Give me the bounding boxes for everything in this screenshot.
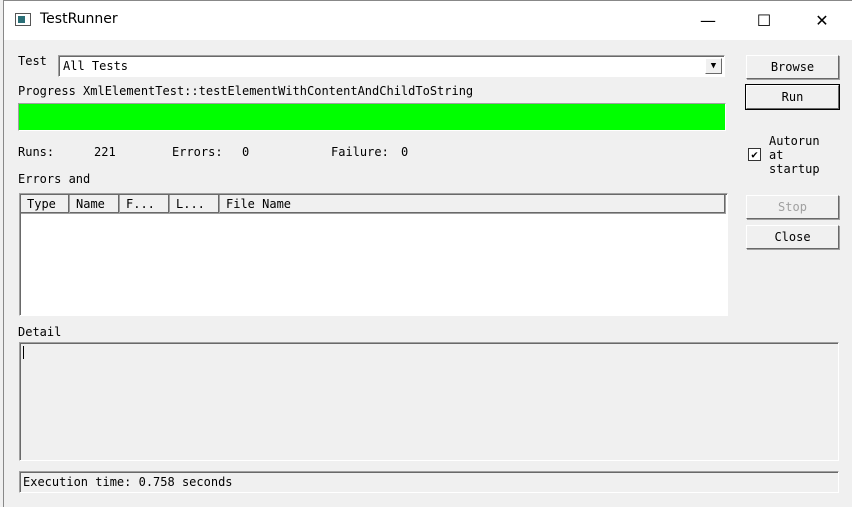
title-bar: TestRunner — ☐ ✕ <box>4 1 852 40</box>
execution-time: Execution time: 0.758 seconds <box>23 475 233 489</box>
checkmark-icon: ✔ <box>751 148 758 161</box>
text-cursor <box>23 346 24 359</box>
browse-button[interactable]: Browse <box>746 55 839 79</box>
current-test-name: XmlElementTest::testElementWithContentAn… <box>83 84 474 98</box>
errors-list-header: Type Name F... L... File Name <box>21 195 726 215</box>
failure-count: 0 <box>401 145 409 159</box>
status-bar: Execution time: 0.758 seconds <box>19 471 839 493</box>
autorun-label-line: Autorun <box>769 134 820 148</box>
autorun-label[interactable]: Autorun at startup <box>769 134 820 176</box>
column-type[interactable]: Type <box>21 195 70 214</box>
run-button[interactable]: Run <box>745 84 840 110</box>
autorun-label-line: at <box>769 148 784 162</box>
test-combobox-value: All Tests <box>63 59 129 73</box>
column-file-name[interactable]: File Name <box>220 195 726 214</box>
failure-label: Failure: <box>331 145 389 159</box>
test-label: Test <box>18 54 47 68</box>
column-f[interactable]: F... <box>120 195 170 214</box>
errors-list-label: Errors and <box>18 172 91 186</box>
runs-label: Runs: <box>18 145 55 159</box>
errors-label: Errors: <box>172 145 223 159</box>
errors-list[interactable]: Type Name F... L... File Name <box>19 193 728 316</box>
chevron-down-icon[interactable]: ▼ <box>705 58 722 74</box>
close-window-button[interactable]: ✕ <box>794 1 850 40</box>
testrunner-window: TestRunner — ☐ ✕ Test All Tests ▼ Progre… <box>3 0 852 507</box>
window-title: TestRunner <box>40 11 118 27</box>
stop-button[interactable]: Stop <box>746 195 839 219</box>
progress-bar-fill <box>19 104 725 130</box>
column-l[interactable]: L... <box>170 195 220 214</box>
close-button[interactable]: Close <box>746 225 839 249</box>
runs-count: 221 <box>94 145 116 159</box>
test-combobox[interactable]: All Tests ▼ <box>58 55 725 77</box>
detail-textarea[interactable] <box>19 342 839 461</box>
progress-label: Progress <box>18 84 76 98</box>
detail-label: Detail <box>18 325 62 339</box>
progress-label-row: Progress XmlElementTest::testElementWith… <box>18 84 473 98</box>
minimize-button[interactable]: — <box>680 1 736 40</box>
autorun-checkbox[interactable]: ✔ <box>748 148 761 161</box>
errors-count: 0 <box>242 145 250 159</box>
autorun-label-line: startup <box>769 162 820 176</box>
maximize-button[interactable]: ☐ <box>736 1 792 40</box>
column-name[interactable]: Name <box>70 195 120 214</box>
progress-bar <box>18 103 726 131</box>
app-icon <box>15 13 31 26</box>
